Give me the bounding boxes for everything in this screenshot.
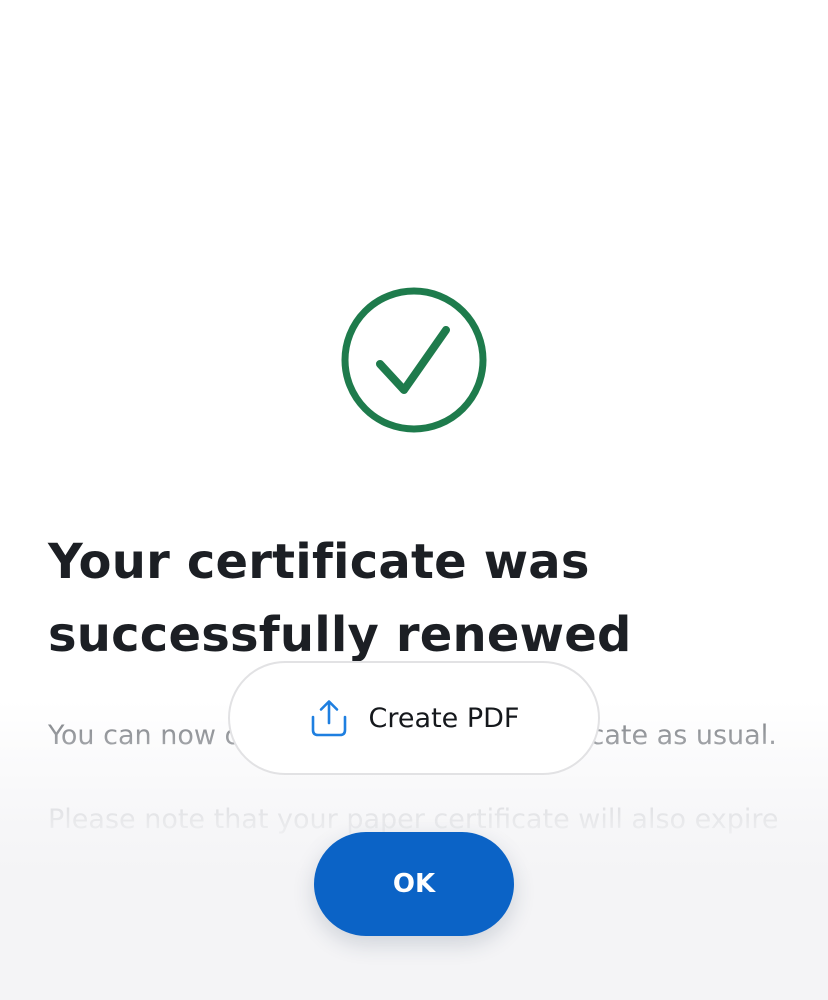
page-title: Your certificate was successfully renewe… <box>48 534 632 663</box>
renewal-success-screen: Your certificate was successfully renewe… <box>0 0 828 1000</box>
create-pdf-button[interactable]: Create PDF <box>228 661 600 775</box>
ok-button[interactable]: OK <box>314 832 514 936</box>
share-upload-icon <box>309 698 349 738</box>
checkmark-circle-icon <box>340 286 488 434</box>
create-pdf-label: Create PDF <box>368 702 520 734</box>
